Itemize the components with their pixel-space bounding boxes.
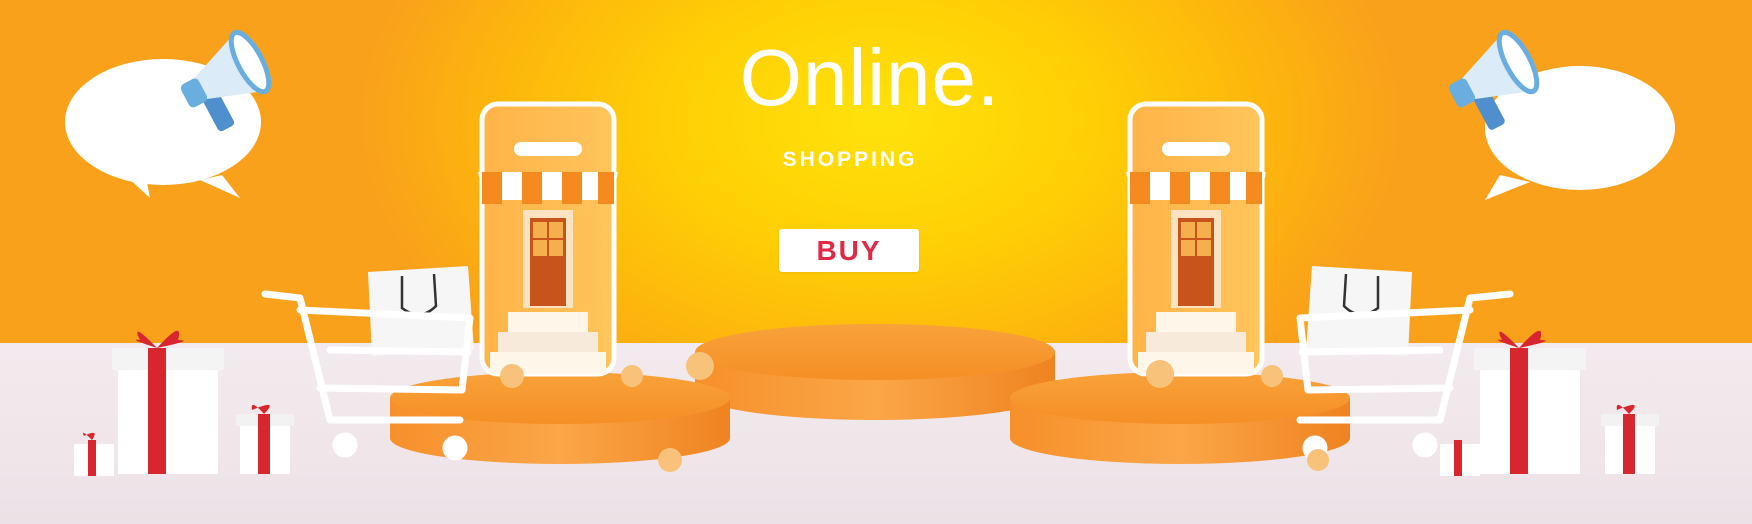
gift-box-icon-large-right	[1474, 330, 1586, 474]
phone-store-icon-left	[478, 101, 618, 377]
gift-box-icon-small-right	[1601, 404, 1659, 474]
gift-box-icon-large-left	[112, 330, 224, 474]
gift-box-icon-small-left	[236, 404, 294, 474]
gift-box-icon-tiny-right	[1440, 440, 1480, 476]
headline: Online.	[739, 33, 1001, 122]
buy-button[interactable]: BUY	[779, 229, 919, 272]
phone-store-icon-right	[1126, 101, 1266, 377]
podium-icon-center	[695, 324, 1055, 420]
online-shopping-banner: Online. SHOPPING BUY	[0, 0, 1752, 524]
subheadline: SHOPPING	[782, 148, 918, 171]
gift-box-icon-tiny-left	[74, 432, 114, 476]
